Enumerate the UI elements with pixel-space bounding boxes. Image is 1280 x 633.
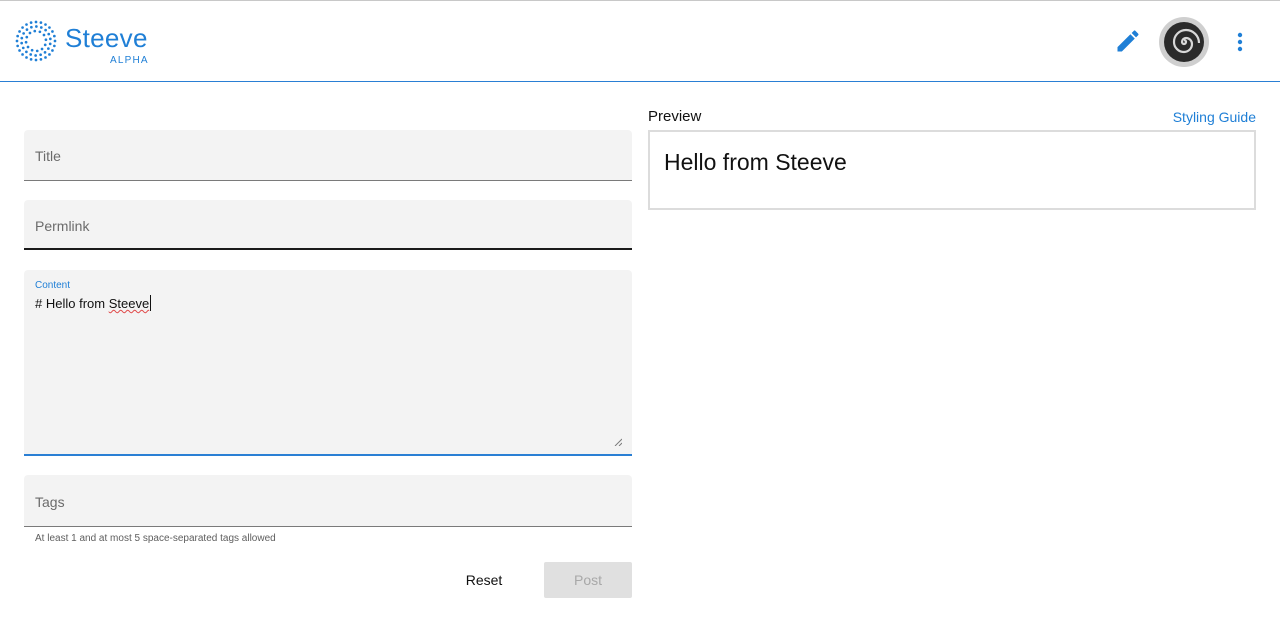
content-text: # Hello from bbox=[35, 296, 109, 311]
edit-button[interactable] bbox=[1114, 27, 1142, 55]
content-field-label: Content bbox=[35, 280, 71, 291]
preview-label: Preview bbox=[648, 108, 702, 125]
title-field[interactable]: Title bbox=[24, 130, 632, 181]
tags-helper-text: At least 1 and at most 5 space-separated… bbox=[35, 533, 276, 544]
avatar bbox=[1164, 22, 1204, 62]
title-field-label: Title bbox=[35, 148, 61, 164]
app-header: Steeve ALPHA bbox=[0, 1, 1280, 82]
permlink-field-label: Permlink bbox=[35, 218, 90, 234]
logo-mark-icon bbox=[15, 20, 57, 62]
content-value: # Hello from Steeve bbox=[35, 295, 152, 311]
content-textarea[interactable]: Content # Hello from Steeve bbox=[24, 270, 632, 456]
text-caret bbox=[150, 295, 152, 311]
post-button[interactable]: Post bbox=[544, 562, 632, 598]
resize-handle-icon[interactable] bbox=[614, 438, 622, 446]
styling-guide-link[interactable]: Styling Guide bbox=[1173, 109, 1256, 125]
tags-field[interactable]: Tags bbox=[24, 475, 632, 527]
reset-button[interactable]: Reset bbox=[444, 562, 524, 598]
tags-field-label: Tags bbox=[35, 494, 65, 510]
misspelled-word: Steeve bbox=[108, 296, 150, 311]
steeve-logo[interactable]: Steeve ALPHA bbox=[14, 19, 174, 71]
permlink-field[interactable]: Permlink bbox=[24, 200, 632, 250]
pencil-icon bbox=[1117, 30, 1139, 52]
preview-heading: Hello from Steeve bbox=[664, 149, 847, 175]
swirl-avatar-icon bbox=[1172, 28, 1201, 54]
brand-name: Steeve bbox=[65, 23, 148, 53]
more-menu-button[interactable] bbox=[1229, 29, 1251, 55]
more-vert-icon bbox=[1237, 32, 1243, 52]
brand-subtitle: ALPHA bbox=[110, 55, 149, 66]
user-avatar-button[interactable] bbox=[1159, 17, 1209, 67]
preview-panel: Hello from Steeve bbox=[648, 130, 1256, 210]
